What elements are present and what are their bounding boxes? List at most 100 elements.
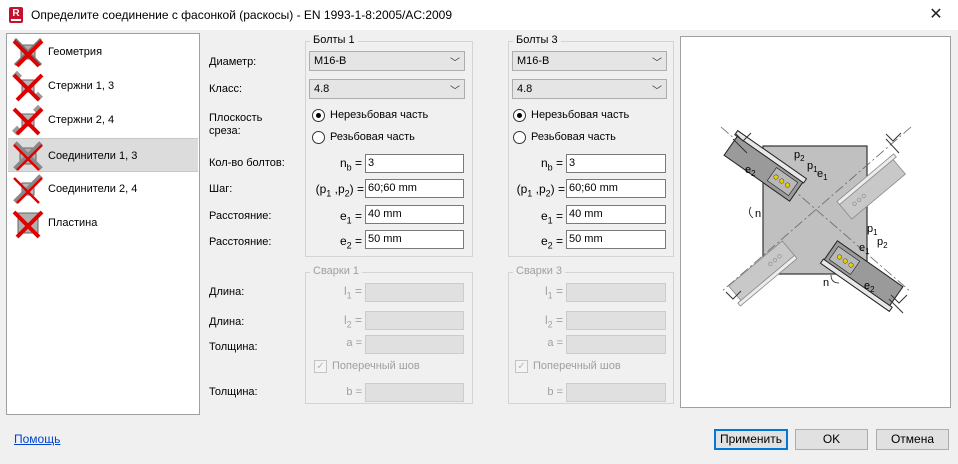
- pitch-symbol: (p1 ,p2) =: [315, 182, 364, 199]
- welds-1-l2-input[interactable]: [365, 311, 464, 330]
- welds-1-title: Сварки 1: [310, 265, 363, 277]
- welds-3-l2-input[interactable]: [566, 311, 666, 330]
- bolts-1-e1-input[interactable]: 40 mm: [365, 205, 464, 224]
- welds-3-a-input[interactable]: [566, 335, 666, 354]
- pitch-symbol: (p1 ,p2) =: [516, 182, 565, 199]
- sidebar-item-label: Пластина: [48, 217, 98, 229]
- title-bar: R Определите соединение с фасонкой (раск…: [0, 0, 958, 30]
- bolts-1-e2-input[interactable]: 50 mm: [365, 230, 464, 249]
- bolts-1-class-value: 4.8: [314, 83, 330, 95]
- length-l2-label: Длина:: [209, 316, 245, 328]
- bolts-3-diameter-value: M16-B: [517, 55, 550, 67]
- bolts-3-e1-input[interactable]: 40 mm: [566, 205, 666, 224]
- radio-checked-icon: [513, 109, 526, 122]
- bolts-3-title: Болты 3: [513, 34, 561, 46]
- chevron-down-icon: ﹀: [450, 58, 460, 69]
- bolts-3-class-select[interactable]: 4.8 ﹀: [512, 79, 667, 99]
- b-symbol: b =: [547, 386, 563, 398]
- bolts-3-count-input[interactable]: 3: [566, 154, 666, 173]
- l1-symbol: l1 =: [544, 284, 563, 301]
- sidebar-item-bars-24[interactable]: Стержни 2, 4: [8, 103, 198, 137]
- nb-symbol: nb =: [540, 156, 563, 173]
- radio-label: Нерезьбовая часть: [531, 109, 630, 121]
- apply-button[interactable]: Применить: [714, 429, 788, 450]
- checkbox-checked-icon: ✓: [314, 360, 327, 373]
- sidebar-item-geometry[interactable]: Геометрия: [8, 35, 198, 69]
- bolts-3-diameter-select[interactable]: M16-B ﹀: [512, 51, 667, 71]
- cancel-button[interactable]: Отмена: [876, 429, 949, 450]
- red-x-connectors-24-icon: [13, 174, 43, 204]
- welds-1-a-input[interactable]: [365, 335, 464, 354]
- bolts-3-class-value: 4.8: [517, 83, 533, 95]
- thickness-b-label: Толщина:: [209, 386, 258, 398]
- welds-3-l1-input[interactable]: [566, 283, 666, 302]
- bolts-1-class-select[interactable]: 4.8 ﹀: [309, 79, 465, 99]
- connection-drawing-panel: p2 p1 e1 e2 n e1 p1 p2 n e2: [680, 36, 951, 408]
- e2-symbol: e2 =: [540, 234, 563, 251]
- thickness-a-label: Толщина:: [209, 341, 258, 353]
- ok-button[interactable]: OK: [795, 429, 868, 450]
- close-button[interactable]: ✕: [926, 5, 946, 25]
- sidebar-item-label: Соединители 2, 4: [48, 183, 138, 195]
- welds-3-b-input[interactable]: [566, 383, 666, 402]
- radio-unchecked-icon: [312, 131, 325, 144]
- dim-p1-right: p1: [867, 223, 878, 237]
- class-label: Класс:: [209, 83, 242, 95]
- welds-3-title: Сварки 3: [513, 265, 566, 277]
- sidebar-panel: Геометрия Стержни 1, 3 Стержни 2, 4 Соед…: [6, 33, 200, 415]
- radio-label: Резьбовая часть: [330, 131, 415, 143]
- bolts-3-pitch-input[interactable]: 60;60 mm: [566, 179, 666, 198]
- help-link[interactable]: Помощь: [14, 432, 60, 446]
- bolts-1-diameter-select[interactable]: M16-B ﹀: [309, 51, 465, 71]
- bolts-1-radio-threaded[interactable]: Резьбовая часть: [312, 131, 462, 145]
- radio-label: Резьбовая часть: [531, 131, 616, 143]
- l2-symbol: l2 =: [343, 313, 362, 330]
- distance-e1-label: Расстояние:: [209, 210, 272, 222]
- radio-unchecked-icon: [513, 131, 526, 144]
- dim-e1-right: e1: [859, 242, 870, 256]
- checkbox-checked-icon: ✓: [515, 360, 528, 373]
- sidebar-item-plate[interactable]: Пластина: [8, 206, 198, 240]
- bolts-1-title: Болты 1: [310, 34, 358, 46]
- sidebar-item-connectors-24[interactable]: Соединители 2, 4: [8, 172, 198, 206]
- length-l1-label: Длина:: [209, 286, 245, 298]
- welds-1-transverse-checkbox[interactable]: ✓ Поперечный шов: [314, 360, 454, 374]
- b-symbol: b =: [346, 386, 362, 398]
- spacing-label: Шаг:: [209, 183, 233, 195]
- red-x-bars-24-icon: [12, 104, 44, 136]
- welds-1-l1-input[interactable]: [365, 283, 464, 302]
- l1-symbol: l1 =: [343, 284, 362, 301]
- gusset-connection-diagram: p2 p1 e1 e2 n e1 p1 p2 n e2: [720, 126, 912, 314]
- red-x-gusset-icon: [12, 37, 44, 68]
- e1-symbol: e1 =: [540, 209, 563, 226]
- bolts-3-radio-threaded[interactable]: Резьбовая часть: [513, 131, 663, 145]
- app-logo-icon: R: [9, 7, 23, 23]
- welds-3-transverse-checkbox[interactable]: ✓ Поперечный шов: [515, 360, 655, 374]
- bolts-3-e2-input[interactable]: 50 mm: [566, 230, 666, 249]
- bolts-1-count-input[interactable]: 3: [365, 154, 464, 173]
- sidebar-item-label: Геометрия: [48, 46, 103, 58]
- a-symbol: a =: [346, 337, 362, 349]
- shear-plane-label-line2: среза:: [209, 125, 241, 137]
- sidebar-item-label: Стержни 2, 4: [48, 114, 115, 126]
- bolts-3-radio-unthreaded[interactable]: Нерезьбовая часть: [513, 109, 663, 123]
- welds-1-b-input[interactable]: [365, 383, 464, 402]
- sidebar-item-label: Стержни 1, 3: [48, 80, 115, 92]
- bolts-1-diameter-value: M16-B: [314, 55, 347, 67]
- distance-e2-label: Расстояние:: [209, 236, 272, 248]
- chevron-down-icon: ﹀: [652, 86, 662, 97]
- e2-symbol: e2 =: [339, 234, 362, 251]
- checkbox-label: Поперечный шов: [533, 360, 621, 372]
- l2-symbol: l2 =: [544, 313, 563, 330]
- shear-plane-label-line1: Плоскость: [209, 112, 263, 124]
- checkbox-label: Поперечный шов: [332, 360, 420, 372]
- bolts-1-radio-unthreaded[interactable]: Нерезьбовая часть: [312, 109, 462, 123]
- dim-n-left: n: [755, 208, 761, 220]
- sidebar-item-bars-13[interactable]: Стержни 1, 3: [8, 69, 198, 103]
- sidebar-item-connectors-13[interactable]: Соединители 1, 3: [8, 138, 198, 172]
- chevron-down-icon: ﹀: [450, 86, 460, 97]
- red-x-plate-icon: [12, 210, 44, 239]
- bolts-1-pitch-input[interactable]: 60;60 mm: [365, 179, 464, 198]
- red-x-bars-13-icon: [12, 70, 44, 102]
- dim-n-bottom: n: [823, 277, 829, 289]
